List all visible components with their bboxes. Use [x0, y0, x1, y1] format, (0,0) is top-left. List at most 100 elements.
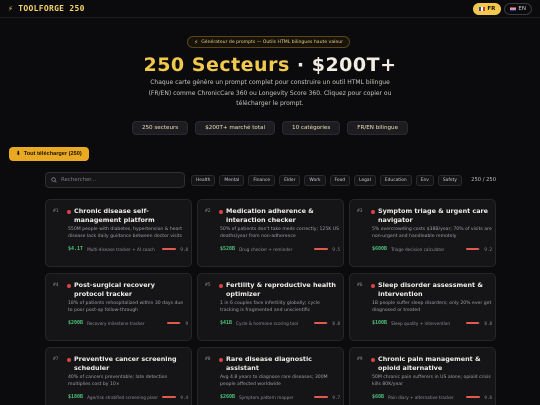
- brand-name: TOOLFORGE 250: [18, 4, 85, 13]
- search-box: [45, 172, 185, 188]
- card-title: Preventive cancer screening scheduler: [74, 355, 177, 372]
- card-description: 5% overcrowding costs $38B/year; 70% of …: [372, 227, 492, 239]
- sector-card[interactable]: #4 Post-surgical recovery protocol track…: [45, 273, 192, 341]
- score-bar: [466, 322, 481, 324]
- sector-card[interactable]: #5 Fertility & reproductive health optim…: [197, 273, 344, 341]
- filter-chip-env[interactable]: Env: [415, 175, 434, 186]
- card-description: 18% of patients rehospitalized within 30…: [68, 301, 184, 313]
- card-title: Sleep disorder assessment & intervention: [378, 281, 483, 298]
- filter-chip-work[interactable]: Work: [304, 175, 326, 186]
- card-index: #9: [357, 357, 363, 362]
- card-tool-label: Drug checker + reminder: [239, 246, 293, 252]
- filter-chip-safety[interactable]: Safety: [437, 175, 462, 186]
- card-market-size: $41B: [220, 320, 233, 326]
- sector-card[interactable]: #9 Chronic pain management & opioid alte…: [349, 347, 496, 405]
- brand-logo[interactable]: ⚡ TOOLFORGE 250: [8, 4, 85, 13]
- page-title-accent: 250 Secteurs: [143, 54, 290, 76]
- card-index: #3: [357, 209, 363, 214]
- sector-card[interactable]: #1 Chronic disease self-management platf…: [45, 199, 192, 267]
- language-en-button[interactable]: EN: [504, 3, 532, 15]
- card-score: 9: [185, 320, 188, 326]
- card-footer: $600B Triage decision calculator 9.2: [372, 246, 492, 252]
- category-filters: Health Mental Finance Elder Work Food Le…: [191, 175, 462, 186]
- language-switcher: FR EN: [473, 3, 532, 15]
- sector-card[interactable]: #2 Medication adherence & interaction ch…: [197, 199, 344, 267]
- card-footer: $4.1T Multi-disease tracker + AI coach 9…: [68, 246, 188, 252]
- card-title: Fertility & reproductive health optimize…: [226, 281, 336, 298]
- score-bar: [314, 396, 329, 398]
- category-dot-icon: [67, 284, 71, 288]
- card-score: 9.6: [484, 394, 492, 400]
- filter-chip-food[interactable]: Food: [329, 175, 351, 186]
- filter-chip-finance[interactable]: Finance: [248, 175, 276, 186]
- card-market-size: $260B: [220, 394, 236, 400]
- card-index: #7: [53, 357, 59, 362]
- card-footer: $100B Sleep quality + intervention 8.8: [372, 320, 492, 326]
- card-description: 1 in 6 couples face infertility globally…: [220, 301, 320, 313]
- card-description: Avg 4.8 years to diagnose rare diseases;…: [220, 375, 328, 387]
- filter-chip-education[interactable]: Education: [379, 175, 412, 186]
- card-tool-label: Recovery milestone tracker: [87, 320, 145, 326]
- card-market-size: $60B: [372, 394, 385, 400]
- card-index: #4: [53, 283, 59, 288]
- card-index: #8: [205, 357, 211, 362]
- category-dot-icon: [219, 210, 223, 214]
- card-tool-label: Pain diary + alternative tracker: [388, 394, 454, 400]
- lightning-icon: ⚡: [194, 38, 199, 46]
- sector-card[interactable]: #6 Sleep disorder assessment & intervent…: [349, 273, 496, 341]
- language-fr-button[interactable]: FR: [473, 3, 502, 15]
- sector-card[interactable]: #8 Rare disease diagnostic assistant Avg…: [197, 347, 344, 405]
- card-footer: $180B Age/risk stratified screening plan…: [68, 394, 188, 400]
- card-market-size: $180B: [68, 394, 84, 400]
- card-footer: $41B Cycle & hormone scoring tool 8.8: [220, 320, 340, 326]
- score-bar-fill: [466, 322, 479, 324]
- score-bar: [167, 322, 182, 324]
- score-bar-fill: [162, 248, 177, 250]
- filter-chip-mental[interactable]: Mental: [219, 175, 245, 186]
- score-bar: [466, 248, 481, 250]
- card-tool-label: Cycle & hormone scoring tool: [236, 320, 298, 326]
- filter-chip-elder[interactable]: Elder: [279, 175, 301, 186]
- hero-badge: ⚡ Générateur de prompts — Outils HTML bi…: [187, 36, 351, 48]
- card-market-size: $4.1T: [68, 246, 84, 252]
- download-all-label: Tout télécharger (250): [23, 151, 82, 157]
- score-bar-fill: [162, 396, 176, 398]
- card-title: Medication adherence & interaction check…: [226, 207, 314, 224]
- card-footer: $60B Pain diary + alternative tracker 9.…: [372, 394, 492, 400]
- uk-flag-icon: [510, 7, 517, 11]
- card-tool-label: Triage decision calculator: [391, 246, 445, 252]
- card-description: 1B people suffer sleep disorders; only 2…: [372, 301, 492, 313]
- card-tool-label: Sleep quality + intervention: [391, 320, 451, 326]
- card-market-size: $528B: [220, 246, 236, 252]
- category-dot-icon: [371, 284, 375, 288]
- search-input[interactable]: [61, 177, 171, 183]
- card-market-size: $200B: [68, 320, 84, 326]
- card-score: 9.2: [484, 246, 492, 252]
- score-bar-fill: [314, 322, 327, 324]
- card-title: Symptom triage & urgent care navigator: [378, 207, 488, 224]
- stat-badge: 250 secteurs: [131, 121, 189, 135]
- card-score: 8.8: [332, 320, 340, 326]
- card-score: 9.4: [180, 394, 188, 400]
- page-title-rest: · $200T+: [289, 54, 397, 76]
- card-title: Chronic disease self-management platform: [74, 207, 155, 224]
- france-flag-icon: [479, 7, 486, 11]
- card-score: 8.8: [484, 320, 492, 326]
- language-en-label: EN: [518, 6, 526, 12]
- page-subtitle: Chaque carte génère un prompt complet po…: [148, 79, 392, 107]
- card-footer: $260B Symptom pattern mapper 9.7: [220, 394, 340, 400]
- category-dot-icon: [67, 210, 71, 214]
- sector-grid: #1 Chronic disease self-management platf…: [45, 199, 496, 405]
- category-dot-icon: [371, 210, 375, 214]
- card-score: 9.7: [332, 394, 340, 400]
- score-bar-fill: [167, 322, 181, 324]
- filter-chip-health[interactable]: Health: [191, 175, 216, 186]
- card-score: 9.5: [332, 246, 340, 252]
- download-all-button[interactable]: ⬇ Tout télécharger (250): [9, 147, 89, 161]
- score-bar: [162, 396, 177, 398]
- sector-card[interactable]: #7 Preventive cancer screening scheduler…: [45, 347, 192, 405]
- filter-chip-legal[interactable]: Legal: [354, 175, 376, 186]
- score-bar-fill: [466, 396, 480, 398]
- search-icon: [51, 177, 57, 183]
- sector-card[interactable]: #3 Symptom triage & urgent care navigato…: [349, 199, 496, 267]
